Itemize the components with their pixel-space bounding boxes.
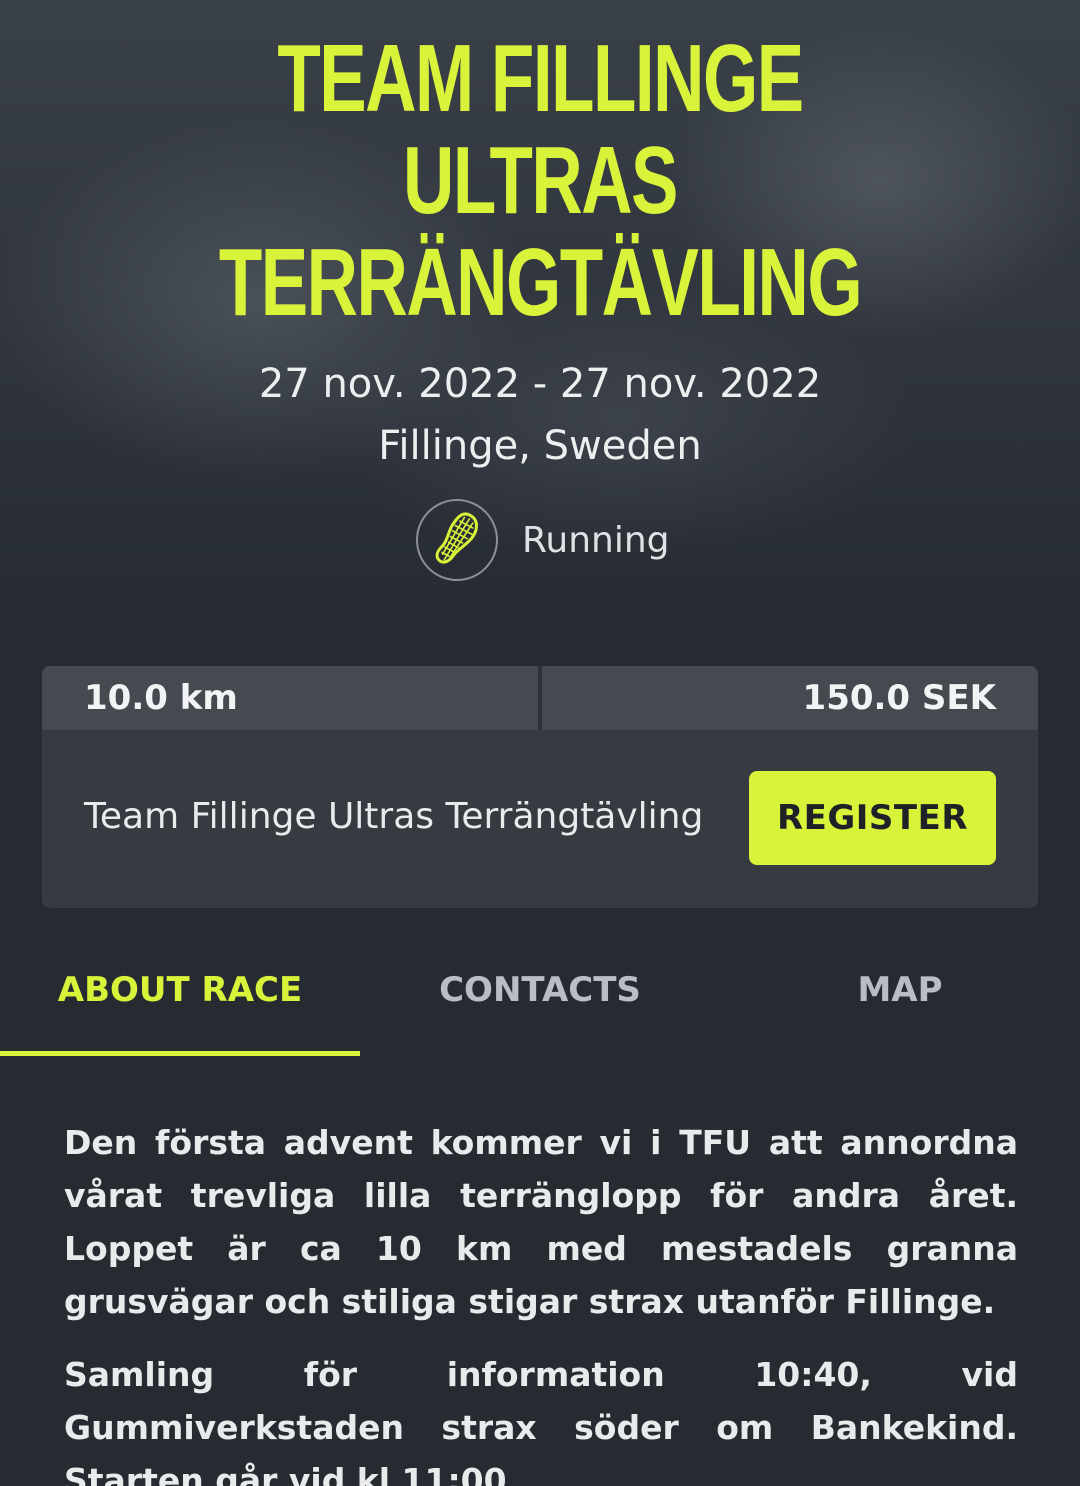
tab-bar: ABOUT RACE CONTACTS MAP [0,948,1080,1056]
event-location: Fillinge, Sweden [378,423,702,469]
sport-label: Running [522,519,670,561]
sport-tag: Running [416,498,670,582]
about-paragraph-1: Den första advent kommer vi i TFU att an… [64,1123,1018,1321]
race-price: 150.0 SEK [802,678,996,718]
about-race-content: Den första advent kommer vi i TFU att an… [64,1116,1018,1486]
event-title-line-1: TEAM FILLINGE ULTRAS [277,25,804,234]
race-card-header: 10.0 km 150.0 SEK [42,666,1038,730]
running-shoe-icon [416,499,498,581]
tab-contacts[interactable]: CONTACTS [360,948,720,1056]
event-title-line-2: TERRÄNGTÄVLING [218,229,863,336]
race-distance: 10.0 km [84,678,238,718]
header-divider [538,666,542,730]
event-title: TEAM FILLINGE ULTRAS TERRÄNGTÄVLING [140,28,939,334]
race-name: Team Fillinge Ultras Terrängtävling [84,796,704,837]
tab-map[interactable]: MAP [720,948,1080,1056]
race-card: 10.0 km 150.0 SEK Team Fillinge Ultras T… [42,666,1038,908]
register-button[interactable]: REGISTER [749,771,996,865]
event-dates: 27 nov. 2022 - 27 nov. 2022 [258,361,822,407]
about-paragraph-2: Samling för information 10:40, vid Gummi… [64,1355,1018,1486]
tab-about-race[interactable]: ABOUT RACE [0,948,360,1056]
